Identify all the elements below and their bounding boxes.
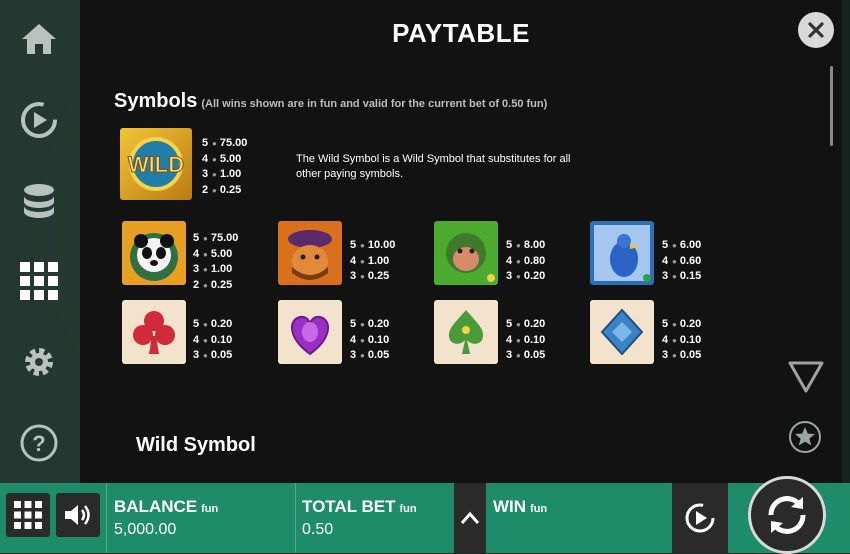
club-symbol-icon bbox=[122, 300, 186, 364]
favorite-star-icon[interactable] bbox=[788, 420, 822, 459]
close-icon bbox=[808, 22, 824, 38]
heart-payouts: 5 ● 0.20 4 ● 0.10 3 ● 0.05 bbox=[350, 318, 390, 361]
wild-symbol-icon: WILD bbox=[120, 128, 192, 200]
wild-description: The Wild Symbol is a Wild Symbol that su… bbox=[296, 153, 571, 180]
page-title: PAYTABLE bbox=[392, 18, 530, 48]
club-payouts: 5 ● 0.20 4 ● 0.10 3 ● 0.05 bbox=[193, 318, 233, 361]
scrollbar[interactable] bbox=[830, 66, 833, 146]
heart-symbol-icon bbox=[278, 300, 342, 364]
spin-button[interactable] bbox=[748, 476, 826, 554]
help-icon[interactable]: ? bbox=[14, 418, 64, 468]
bet-expand-button[interactable] bbox=[454, 483, 486, 553]
wild-symbol-text: WILD bbox=[128, 152, 184, 177]
autoplay-button[interactable] bbox=[672, 483, 728, 553]
sound-button[interactable] bbox=[56, 493, 100, 537]
close-button[interactable] bbox=[798, 12, 834, 48]
wild-symbol-heading: Wild Symbol bbox=[136, 434, 256, 456]
bird-payouts: 5 ● 6.00 4 ● 0.60 3 ● 0.15 bbox=[662, 239, 702, 282]
bird-symbol-icon bbox=[590, 221, 654, 285]
panda-symbol-icon bbox=[122, 221, 186, 285]
coins-icon[interactable] bbox=[14, 176, 64, 226]
total-bet-label: TOTAL BET fun bbox=[302, 497, 417, 516]
win-label: WIN fun bbox=[493, 497, 548, 516]
monkey-symbol-icon bbox=[434, 221, 498, 285]
autoplay-icon[interactable] bbox=[14, 95, 64, 145]
monkey-payouts: 5 ● 8.00 4 ● 0.80 3 ● 0.20 bbox=[506, 239, 546, 282]
svg-text:?: ? bbox=[32, 431, 45, 456]
section-note: (All wins shown are in fun and valid for… bbox=[201, 98, 548, 110]
home-icon[interactable] bbox=[14, 14, 64, 64]
autoplay-icon bbox=[685, 503, 715, 533]
panda-payouts: 5 ● 75.00 4 ● 5.00 3 ● 1.00 2 ● 0.25 bbox=[193, 232, 239, 291]
paytable-panel: PAYTABLE Symbols (All wins shown are in f… bbox=[80, 0, 842, 483]
balance-value: 5,000.00 bbox=[114, 521, 177, 538]
total-bet-value: 0.50 bbox=[302, 521, 334, 538]
divider bbox=[106, 483, 107, 553]
diamond-payouts: 5 ● 0.20 4 ● 0.10 3 ● 0.05 bbox=[662, 318, 702, 361]
sidebar: ? bbox=[0, 0, 80, 483]
menu-button[interactable] bbox=[6, 493, 50, 537]
speaker-icon bbox=[65, 505, 90, 525]
paytable-grid-icon[interactable] bbox=[14, 256, 64, 306]
shield-icon[interactable] bbox=[788, 360, 824, 399]
settings-gear-icon[interactable] bbox=[14, 337, 64, 387]
balance-label: BALANCE fun bbox=[114, 497, 219, 516]
section-heading: Symbols bbox=[114, 90, 198, 112]
chevron-up-icon bbox=[460, 511, 480, 524]
warrior-symbol-icon bbox=[278, 221, 342, 285]
diamond-symbol-icon bbox=[590, 300, 654, 364]
spin-arrows-icon bbox=[768, 496, 806, 534]
divider bbox=[295, 483, 296, 553]
menu-grid-icon bbox=[14, 501, 42, 529]
bottom-bar: BALANCE fun 5,000.00 TOTAL BET fun 0.50 WI… bbox=[0, 476, 850, 554]
section-title: Symbols (All wins shown are in fun and va… bbox=[114, 90, 547, 113]
spade-payouts: 5 ● 0.20 4 ● 0.10 3 ● 0.05 bbox=[506, 318, 546, 361]
wild-payouts: 5 ● 75.00 4 ● 5.00 3 ● 1.00 2 ● 0.25 bbox=[202, 137, 248, 196]
spade-symbol-icon bbox=[434, 300, 498, 364]
warrior-payouts: 5 ● 10.00 4 ● 1.00 3 ● 0.25 bbox=[350, 239, 396, 282]
